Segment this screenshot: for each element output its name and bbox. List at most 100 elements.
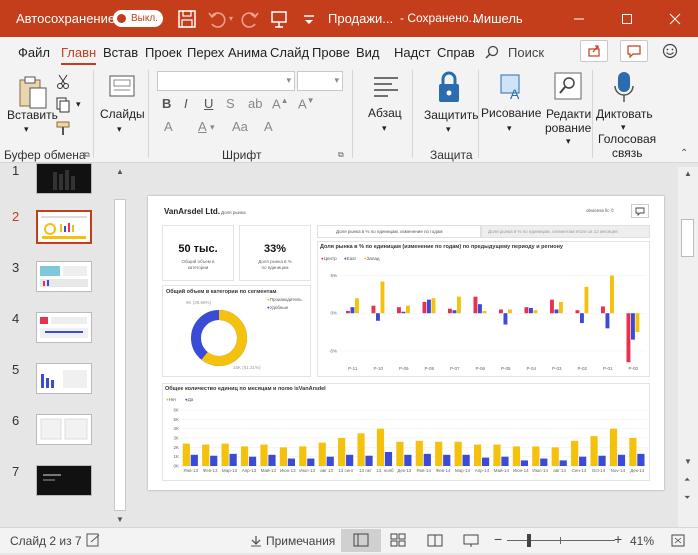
paste-label[interactable]: Вставить	[7, 108, 58, 122]
char-spacing-icon[interactable]: ab	[248, 96, 262, 111]
slides-dropdown-icon[interactable]: ▾	[117, 124, 122, 135]
format-painter-icon[interactable]	[55, 120, 73, 136]
normal-view-button[interactable]	[341, 529, 381, 552]
copy-icon[interactable]	[55, 97, 71, 113]
slide-thumbnail-1[interactable]	[36, 163, 92, 194]
font-launcher-icon[interactable]: ⧉	[338, 150, 344, 160]
slides-label[interactable]: Слайды	[100, 107, 145, 121]
tab-file[interactable]: Файл	[18, 45, 50, 60]
search-box[interactable]: Поиск	[508, 45, 544, 60]
tab-slideshow[interactable]: Слайд	[270, 45, 309, 60]
comment-box[interactable]	[631, 204, 649, 218]
font-size-combo[interactable]: ▾	[297, 71, 343, 91]
paragraph-icon[interactable]	[370, 72, 402, 102]
tab-view[interactable]: Вид	[356, 45, 380, 60]
slide-thumbnail-4[interactable]	[36, 312, 92, 343]
editing-dropdown-icon[interactable]: ▾	[566, 136, 571, 147]
save-icon[interactable]	[176, 8, 198, 30]
protect-dropdown-icon[interactable]: ▾	[446, 124, 451, 135]
lock-icon[interactable]	[434, 70, 464, 106]
redo-icon[interactable]	[239, 8, 261, 30]
text-effects-icon[interactable]: A	[164, 119, 173, 134]
zoom-level[interactable]: 41%	[630, 534, 654, 548]
tab-home[interactable]: Главн	[61, 45, 97, 65]
tab-help[interactable]: Справ	[437, 45, 475, 60]
dictate-label[interactable]: Диктовать	[596, 107, 653, 121]
scroll-down-icon[interactable]: ▼	[116, 515, 124, 524]
slideshow-icon[interactable]	[463, 533, 479, 548]
cut-icon[interactable]	[56, 74, 70, 90]
collapse-ribbon-icon[interactable]: ⌃	[680, 148, 688, 159]
slide-canvas[interactable]: VanArsdel Ltd. Доля рынка obviense llc ©…	[148, 196, 664, 490]
editor-scroll-up-icon[interactable]: ▲	[684, 169, 692, 178]
undo-dropdown-icon[interactable]: ▾	[229, 14, 233, 23]
microphone-icon[interactable]	[611, 70, 637, 106]
font-name-combo[interactable]: ▾	[157, 71, 295, 91]
maximize-button[interactable]	[604, 0, 650, 37]
fit-to-window-icon[interactable]	[670, 533, 686, 548]
tab-insert[interactable]: Встав	[103, 45, 138, 60]
drawing-icon[interactable]: A	[498, 72, 528, 102]
slide-thumbnail-6[interactable]	[36, 414, 92, 445]
slide-thumbnail-3[interactable]	[36, 261, 92, 292]
share-button[interactable]	[580, 40, 608, 62]
slide-thumbnail-7[interactable]	[36, 465, 92, 496]
notes-button[interactable]: Примечания	[266, 534, 335, 548]
shrink-font-icon[interactable]: A▼	[298, 96, 315, 111]
thumbnails-scroll-thumb[interactable]	[114, 199, 126, 511]
autosave-toggle[interactable]: Выкл.	[113, 10, 163, 27]
thumbnails-scrollbar[interactable]: ▲ ▼	[113, 167, 127, 527]
paste-dropdown-icon[interactable]: ▾	[24, 124, 29, 135]
tab-transitions[interactable]: Перех	[187, 45, 224, 60]
slide-sorter-icon[interactable]	[390, 533, 406, 548]
editor-scroll-down-icon[interactable]: ▼	[684, 457, 692, 466]
editing-label-line1[interactable]: Редакти	[546, 107, 591, 121]
editor-scroll-thumb[interactable]	[681, 219, 694, 257]
find-icon[interactable]	[554, 72, 582, 100]
bold-icon[interactable]: B	[162, 96, 171, 111]
clear-formatting-icon[interactable]: A	[264, 119, 273, 134]
paste-icon[interactable]	[16, 74, 50, 110]
zoom-slider[interactable]	[507, 540, 615, 541]
next-slide-icon[interactable]: ⏷	[684, 493, 690, 503]
underline-icon[interactable]: U	[204, 96, 213, 111]
grow-font-icon[interactable]: A▲	[272, 96, 289, 111]
zoom-slider-thumb[interactable]	[527, 534, 531, 547]
comments-button[interactable]	[620, 40, 648, 62]
undo-icon[interactable]	[206, 8, 228, 30]
tab-addins[interactable]: Надст	[394, 45, 431, 60]
close-button[interactable]	[652, 0, 698, 37]
tab-animations[interactable]: Анима	[228, 45, 267, 60]
change-case-icon[interactable]: Aa	[232, 119, 248, 134]
tab-design[interactable]: Проек	[145, 45, 182, 60]
reading-view-icon[interactable]	[427, 533, 443, 548]
spelling-check-icon[interactable]	[86, 533, 102, 548]
font-color-icon[interactable]: A	[198, 119, 207, 134]
previous-slide-icon[interactable]: ⏶	[684, 475, 690, 485]
drawing-label[interactable]: Рисование	[481, 106, 541, 120]
presentation-icon[interactable]	[268, 8, 290, 30]
drawing-dropdown-icon[interactable]: ▾	[507, 123, 512, 134]
minimize-button[interactable]	[556, 0, 602, 37]
zoom-in-button[interactable]: +	[614, 531, 622, 547]
slide-thumbnail-5[interactable]	[36, 363, 92, 394]
tab-market-share-12m[interactable]: Доля рынка в % по единицам, сегментам ит…	[481, 225, 650, 238]
italic-icon[interactable]: I	[184, 96, 188, 111]
editing-label-line2[interactable]: рование	[545, 121, 591, 135]
zoom-out-button[interactable]: −	[494, 531, 502, 547]
tab-review[interactable]: Прове	[312, 45, 350, 60]
strikethrough-icon[interactable]: S	[226, 96, 235, 111]
paragraph-dropdown-icon[interactable]: ▾	[382, 123, 387, 134]
scroll-up-icon[interactable]: ▲	[116, 167, 124, 176]
paragraph-label[interactable]: Абзац	[368, 106, 402, 120]
feedback-smiley-icon[interactable]	[662, 43, 678, 59]
tab-market-share-yoy[interactable]: Доля рынка в % по единицам, изменение по…	[317, 225, 481, 238]
new-slide-icon[interactable]	[108, 74, 136, 100]
slide-thumbnail-2[interactable]	[36, 210, 92, 244]
font-color-dropdown-icon[interactable]: ▾	[210, 122, 215, 133]
protect-label[interactable]: Защитить	[424, 108, 478, 122]
search-icon[interactable]	[485, 45, 499, 59]
editor-scrollbar[interactable]: ▲ ▼ ⏶ ⏷	[678, 167, 698, 527]
copy-dropdown-icon[interactable]: ▾	[76, 99, 81, 110]
customize-toolbar-icon[interactable]	[298, 8, 320, 30]
